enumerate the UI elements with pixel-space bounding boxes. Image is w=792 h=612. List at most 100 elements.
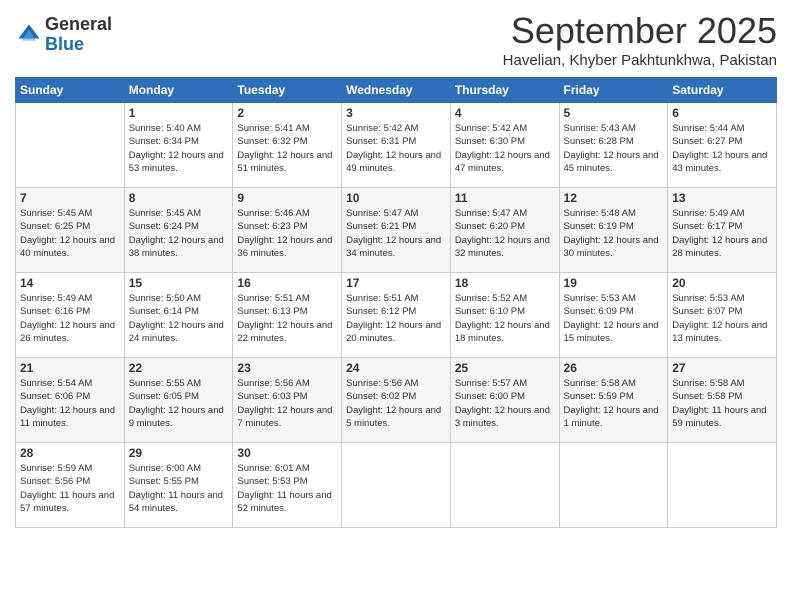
location: Havelian, Khyber Pakhtunkhwa, Pakistan (503, 52, 777, 69)
calendar-cell: 15 Sunrise: 5:50 AMSunset: 6:14 PMDayligh… (124, 273, 233, 358)
calendar-cell: 8 Sunrise: 5:45 AMSunset: 6:24 PMDaylight… (124, 188, 233, 273)
day-number: 16 (237, 276, 337, 290)
calendar-cell: 1 Sunrise: 5:40 AMSunset: 6:34 PMDaylight… (124, 103, 233, 188)
calendar-cell: 22 Sunrise: 5:55 AMSunset: 6:05 PMDayligh… (124, 358, 233, 443)
calendar-cell (559, 443, 668, 528)
cell-content: Sunrise: 5:53 AMSunset: 6:09 PMDaylight:… (564, 292, 664, 345)
logo-blue: Blue (45, 35, 112, 55)
day-number: 15 (129, 276, 229, 290)
calendar-cell: 2 Sunrise: 5:41 AMSunset: 6:32 PMDaylight… (233, 103, 342, 188)
cell-content: Sunrise: 5:41 AMSunset: 6:32 PMDaylight:… (237, 122, 337, 175)
cell-content: Sunrise: 5:59 AMSunset: 5:56 PMDaylight:… (20, 462, 120, 515)
header-wednesday: Wednesday (342, 78, 451, 103)
day-number: 6 (672, 106, 772, 120)
cell-content: Sunrise: 5:52 AMSunset: 6:10 PMDaylight:… (455, 292, 555, 345)
day-number: 4 (455, 106, 555, 120)
logo-icon (15, 21, 43, 49)
calendar-table: SundayMondayTuesdayWednesdayThursdayFrid… (15, 77, 777, 528)
logo-text: General Blue (45, 15, 112, 55)
calendar-cell: 6Sunrise: 5:44 AMSunset: 6:27 PMDaylight… (668, 103, 777, 188)
cell-content: Sunrise: 5:51 AMSunset: 6:13 PMDaylight:… (237, 292, 337, 345)
day-number: 19 (564, 276, 664, 290)
cell-content: Sunrise: 5:45 AMSunset: 6:24 PMDaylight:… (129, 207, 229, 260)
day-number: 8 (129, 191, 229, 205)
cell-content: Sunrise: 5:57 AMSunset: 6:00 PMDaylight:… (455, 377, 555, 430)
header-tuesday: Tuesday (233, 78, 342, 103)
day-number: 14 (20, 276, 120, 290)
calendar-cell: 17 Sunrise: 5:51 AMSunset: 6:12 PMDayligh… (342, 273, 451, 358)
cell-content: Sunrise: 5:45 AMSunset: 6:25 PMDaylight:… (20, 207, 120, 260)
cell-content: Sunrise: 5:55 AMSunset: 6:05 PMDaylight:… (129, 377, 229, 430)
day-number: 27 (672, 361, 772, 375)
cell-content: Sunrise: 6:00 AMSunset: 5:55 PMDaylight:… (129, 462, 229, 515)
day-number: 9 (237, 191, 337, 205)
calendar-cell: 27 Sunrise: 5:58 AMSunset: 5:58 PMDayligh… (668, 358, 777, 443)
header-monday: Monday (124, 78, 233, 103)
calendar-cell: 19 Sunrise: 5:53 AMSunset: 6:09 PMDayligh… (559, 273, 668, 358)
calendar-cell: 5Sunrise: 5:43 AMSunset: 6:28 PMDaylight… (559, 103, 668, 188)
cell-content: Sunrise: 5:51 AMSunset: 6:12 PMDaylight:… (346, 292, 446, 345)
cell-content: Sunrise: 5:47 AMSunset: 6:20 PMDaylight:… (455, 207, 555, 260)
calendar-cell: 29 Sunrise: 6:00 AMSunset: 5:55 PMDayligh… (124, 443, 233, 528)
calendar-cell: 7 Sunrise: 5:45 AMSunset: 6:25 PMDaylight… (16, 188, 125, 273)
month-title: September 2025 (503, 10, 777, 52)
day-number: 17 (346, 276, 446, 290)
calendar-cell: 12 Sunrise: 5:48 AMSunset: 6:19 PMDayligh… (559, 188, 668, 273)
header-thursday: Thursday (450, 78, 559, 103)
calendar-cell: 14 Sunrise: 5:49 AMSunset: 6:16 PMDayligh… (16, 273, 125, 358)
day-number: 7 (20, 191, 120, 205)
calendar-cell: 10 Sunrise: 5:47 AMSunset: 6:21 PMDayligh… (342, 188, 451, 273)
day-number: 11 (455, 191, 555, 205)
day-number: 13 (672, 191, 772, 205)
day-number: 29 (129, 446, 229, 460)
cell-content: Sunrise: 5:49 AMSunset: 6:16 PMDaylight:… (20, 292, 120, 345)
calendar-cell: 26 Sunrise: 5:58 AMSunset: 5:59 PMDayligh… (559, 358, 668, 443)
calendar-cell: 30 Sunrise: 6:01 AMSunset: 5:53 PMDayligh… (233, 443, 342, 528)
cell-content: Sunrise: 5:40 AMSunset: 6:34 PMDaylight:… (129, 122, 229, 175)
cell-content: Sunrise: 5:58 AMSunset: 5:58 PMDaylight:… (672, 377, 772, 430)
calendar-cell: 3 Sunrise: 5:42 AMSunset: 6:31 PMDaylight… (342, 103, 451, 188)
day-number: 2 (237, 106, 337, 120)
calendar-week-3: 14 Sunrise: 5:49 AMSunset: 6:16 PMDayligh… (16, 273, 777, 358)
cell-content: Sunrise: 5:46 AMSunset: 6:23 PMDaylight:… (237, 207, 337, 260)
logo: General Blue (15, 15, 112, 55)
cell-content: Sunrise: 5:58 AMSunset: 5:59 PMDaylight:… (564, 377, 664, 430)
day-number: 25 (455, 361, 555, 375)
calendar-cell: 25 Sunrise: 5:57 AMSunset: 6:00 PMDayligh… (450, 358, 559, 443)
cell-content: Sunrise: 5:54 AMSunset: 6:06 PMDaylight:… (20, 377, 120, 430)
day-number: 1 (129, 106, 229, 120)
cell-content: Sunrise: 5:56 AMSunset: 6:02 PMDaylight:… (346, 377, 446, 430)
calendar-cell: 21Sunrise: 5:54 AMSunset: 6:06 PMDayligh… (16, 358, 125, 443)
calendar-cell: 9 Sunrise: 5:46 AMSunset: 6:23 PMDaylight… (233, 188, 342, 273)
day-number: 12 (564, 191, 664, 205)
calendar-cell (450, 443, 559, 528)
cell-content: Sunrise: 5:42 AMSunset: 6:31 PMDaylight:… (346, 122, 446, 175)
calendar-week-4: 21Sunrise: 5:54 AMSunset: 6:06 PMDayligh… (16, 358, 777, 443)
cell-content: Sunrise: 5:56 AMSunset: 6:03 PMDaylight:… (237, 377, 337, 430)
cell-content: Sunrise: 6:01 AMSunset: 5:53 PMDaylight:… (237, 462, 337, 515)
page-header: General Blue September 2025 Havelian, Kh… (15, 10, 777, 69)
day-number: 10 (346, 191, 446, 205)
cell-content: Sunrise: 5:50 AMSunset: 6:14 PMDaylight:… (129, 292, 229, 345)
calendar-cell: 20Sunrise: 5:53 AMSunset: 6:07 PMDayligh… (668, 273, 777, 358)
calendar-week-1: 1 Sunrise: 5:40 AMSunset: 6:34 PMDaylight… (16, 103, 777, 188)
cell-content: Sunrise: 5:49 AMSunset: 6:17 PMDaylight:… (672, 207, 772, 260)
day-number: 23 (237, 361, 337, 375)
day-number: 30 (237, 446, 337, 460)
title-block: September 2025 Havelian, Khyber Pakhtunk… (503, 10, 777, 69)
calendar-cell: 23 Sunrise: 5:56 AMSunset: 6:03 PMDayligh… (233, 358, 342, 443)
calendar-cell: 16 Sunrise: 5:51 AMSunset: 6:13 PMDayligh… (233, 273, 342, 358)
calendar-week-2: 7 Sunrise: 5:45 AMSunset: 6:25 PMDaylight… (16, 188, 777, 273)
day-number: 3 (346, 106, 446, 120)
day-number: 24 (346, 361, 446, 375)
cell-content: Sunrise: 5:42 AMSunset: 6:30 PMDaylight:… (455, 122, 555, 175)
day-number: 28 (20, 446, 120, 460)
day-number: 26 (564, 361, 664, 375)
cell-content: Sunrise: 5:47 AMSunset: 6:21 PMDaylight:… (346, 207, 446, 260)
cell-content: Sunrise: 5:48 AMSunset: 6:19 PMDaylight:… (564, 207, 664, 260)
calendar-week-5: 28 Sunrise: 5:59 AMSunset: 5:56 PMDayligh… (16, 443, 777, 528)
day-number: 22 (129, 361, 229, 375)
day-number: 20 (672, 276, 772, 290)
calendar-cell (342, 443, 451, 528)
calendar-cell: 13 Sunrise: 5:49 AMSunset: 6:17 PMDayligh… (668, 188, 777, 273)
